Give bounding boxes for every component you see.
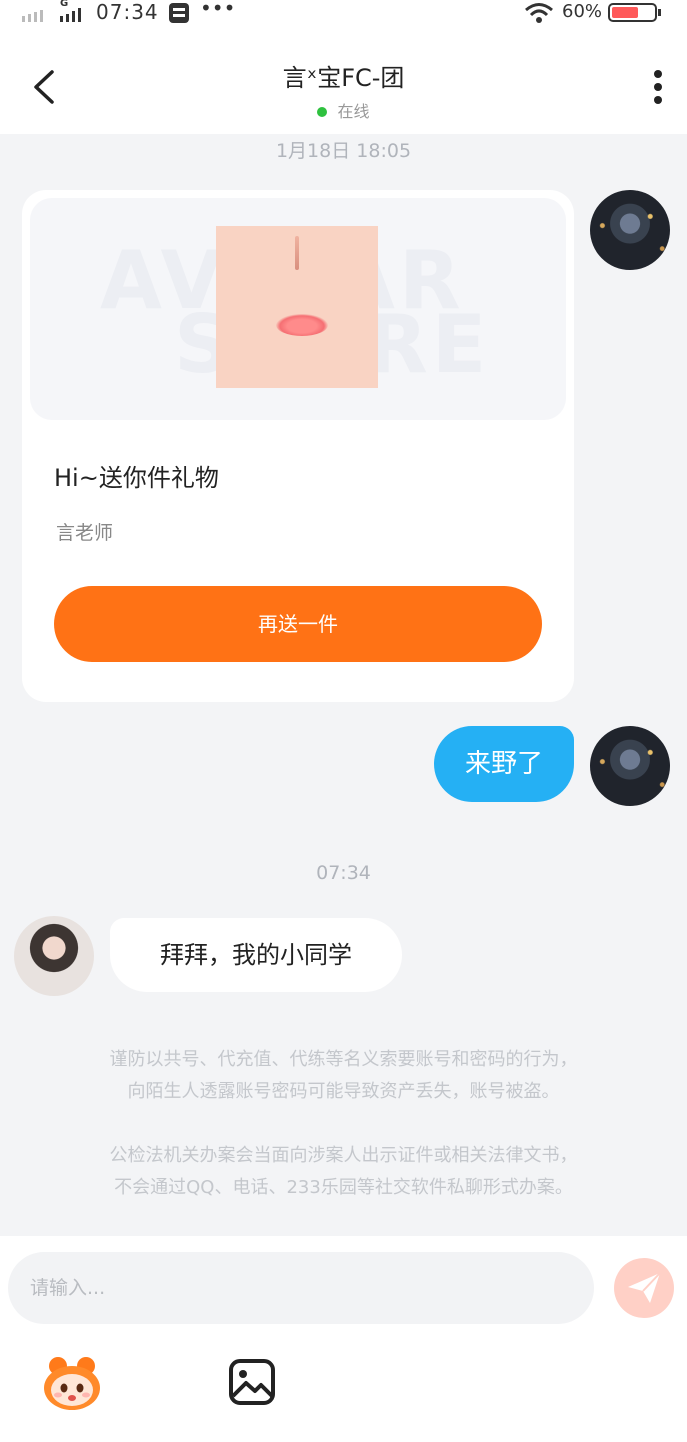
safety-notice-line: 不会通过QQ、电话、233乐园等社交软件私聊形式办案。 (114, 1177, 573, 1198)
wifi-icon (525, 3, 553, 23)
status-time: 07:34 (96, 0, 159, 24)
more-vertical-icon[interactable] (650, 68, 666, 108)
online-status: 在线 (0, 98, 687, 122)
my-avatar[interactable] (590, 726, 670, 806)
safety-notice-line: 公检法机关办案会当面向涉案人出示证件或相关法律文书， (109, 1145, 578, 1166)
status-bar: G 07:34 ••• 60% (0, 0, 687, 28)
input-area (0, 1236, 687, 1442)
gift-item-lips (276, 314, 328, 336)
gift-sender: 言老师 (56, 522, 114, 544)
my-avatar[interactable] (590, 190, 670, 270)
resend-gift-button[interactable]: 再送一件 (54, 586, 542, 662)
contact-avatar[interactable] (14, 916, 94, 996)
signal-icon (22, 8, 81, 22)
safety-notice-line: 谨防以共号、代充值、代练等名义索要账号和密码的行为， (109, 1049, 578, 1070)
gift-image-area: AVATAR STORE (30, 198, 566, 420)
gift-item-image (216, 226, 378, 388)
send-button[interactable] (614, 1258, 674, 1318)
gift-card: AVATAR STORE Hi~送你件礼物 言老师 再送一件 (22, 190, 574, 702)
image-icon[interactable] (228, 1358, 276, 1406)
message-timestamp: 1月18日 18:05 (275, 140, 412, 162)
chat-header: 言ˣ宝FC-团 在线 (0, 28, 687, 134)
more-notifications-icon: ••• (200, 0, 236, 20)
received-message-bubble[interactable]: 拜拜，我的小同学 (110, 918, 402, 992)
network-type: G (60, 0, 69, 9)
emoji-icon[interactable] (40, 1356, 104, 1412)
online-dot-icon (317, 106, 328, 117)
send-icon (628, 1272, 661, 1303)
gift-item-nose (295, 236, 299, 270)
battery-icon (608, 3, 661, 22)
message-input[interactable] (8, 1252, 594, 1324)
chat-title: 言ˣ宝FC-团 (282, 64, 405, 92)
notification-icon (169, 3, 189, 23)
online-status-label: 在线 (337, 102, 370, 121)
gift-title: Hi~送你件礼物 (54, 464, 219, 492)
message-timestamp: 07:34 (316, 862, 371, 884)
battery-percent: 60% (562, 1, 603, 22)
safety-notice-line: 向陌生人透露账号密码可能导致资产丢失，账号被盗。 (127, 1081, 560, 1102)
sent-message-bubble[interactable]: 来野了 (434, 726, 574, 802)
